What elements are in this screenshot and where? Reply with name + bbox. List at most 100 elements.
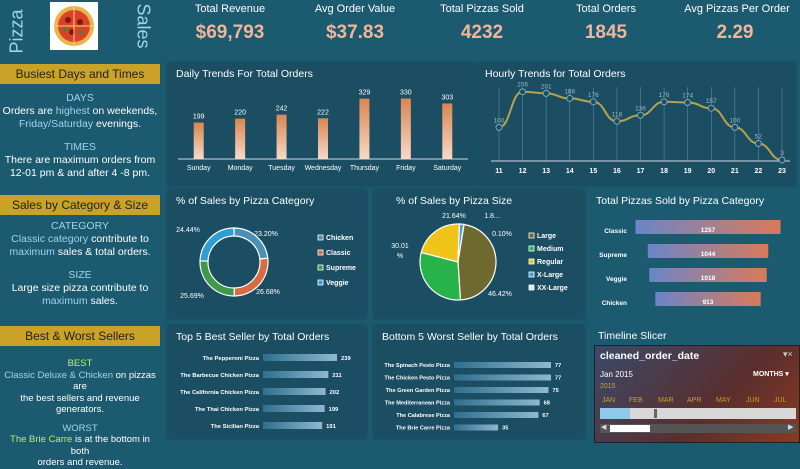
daily-bar-tuesday	[276, 114, 287, 159]
size-slice-large	[457, 223, 497, 301]
best-line-2: the best sellers and revenue generators.	[20, 392, 140, 416]
worst-line-2: orders and revenue.	[37, 457, 123, 468]
bottom5-svg-category-label: The Calabrese Pizza	[396, 413, 451, 419]
soldcat-svg-value-label: 1018	[701, 275, 716, 282]
category-sales-panel: % of Sales by Pizza Category 23.20% 26.68…	[168, 190, 366, 318]
bottom5-svg-bar	[454, 374, 551, 381]
times-line-2: 12-01 pm & and after 4 -8 pm.	[9, 167, 151, 179]
kpi-value-pizzas-sold: 4232	[460, 22, 504, 43]
daily-tick-label: Tuesday	[268, 165, 295, 172]
pizza-logo-icon	[50, 2, 98, 50]
daily-value-label: 220	[234, 110, 246, 117]
logo-left-text: Pizza	[6, 9, 27, 54]
size-pct-label: 46.42%	[488, 291, 512, 298]
hourly-tick-label: 21	[731, 168, 739, 175]
size-pct-label: 30.01	[391, 243, 409, 250]
month-jun[interactable]: JUN	[746, 397, 760, 404]
hourly-tick-label: 11	[495, 168, 503, 175]
timeline-selected-range[interactable]	[600, 408, 630, 419]
hourly-point	[613, 117, 621, 125]
chevron-down-icon: ▾	[785, 371, 789, 378]
daily-trends-panel: Daily Trends For Total Orders 199 Sunday 2…	[168, 63, 473, 185]
scroll-thumb[interactable]	[610, 425, 650, 432]
daily-value-label: 330	[400, 90, 412, 97]
month-may[interactable]: MAY	[716, 397, 731, 404]
timeline-handle[interactable]	[654, 409, 657, 418]
days-line-2: Friday/Saturday evenings.	[19, 118, 141, 130]
hourly-value-label: 176	[588, 92, 599, 99]
size-legend-swatch	[528, 258, 535, 265]
timeline-level-dropdown[interactable]: MONTHS ▾	[753, 370, 789, 378]
daily-tick-label: Wednesday	[305, 165, 342, 172]
month-feb[interactable]: FEB	[629, 397, 643, 404]
sellers-title: Best & Worst Sellers	[0, 326, 160, 346]
worst-heading: WORST	[62, 422, 98, 434]
category-legend-label: Supreme	[326, 265, 356, 272]
hourly-trends-chart: 100 11 206 12 201 13 186 14 176 15 118 16 136 17 176 18…	[491, 82, 790, 175]
hourly-value-label: 52	[755, 134, 763, 141]
top5-svg-category-label: The Sicilian Pizza	[211, 424, 260, 430]
top5-svg-value-label: 211	[332, 373, 342, 379]
category-text: CATEGORY Classic category contribute to …	[0, 220, 160, 308]
size-legend-swatch	[528, 232, 535, 239]
timeline-track[interactable]	[600, 408, 796, 419]
hourly-value-label: 3	[780, 150, 784, 157]
soldcat-svg-value-label: 1257	[701, 227, 716, 234]
hourly-value-label: 176	[659, 92, 670, 99]
size-legend-label: Large	[537, 233, 556, 240]
hourly-value-label: 118	[612, 111, 623, 118]
top5-svg-category-label: The Thai Chicken Pizza	[195, 407, 260, 413]
timeline-slicer[interactable]: cleaned_order_date ▾× Jan 2015 MONTHS ▾ …	[594, 345, 800, 443]
hourly-tick-label: 20	[707, 168, 715, 175]
hourly-value-label: 206	[517, 82, 528, 89]
month-jul[interactable]: JUL	[774, 397, 786, 404]
size-legend-label: XX-Large	[537, 285, 568, 292]
top5-svg-value-label: 239	[341, 356, 351, 362]
bottom5-svg-value-label: 77	[555, 363, 561, 369]
hourly-point	[684, 98, 692, 106]
bottom5-svg-value-label: 67	[542, 413, 548, 419]
category-line-2: maximum sales & total orders.	[9, 246, 151, 258]
bottom5-svg-category-label: The Brie Carre Pizza	[396, 426, 451, 432]
month-apr[interactable]: APR	[687, 397, 701, 404]
hourly-value-label: 100	[494, 117, 505, 124]
hourly-point	[707, 104, 715, 112]
worst-line-1: The Brie Carre is at the bottom in both	[10, 434, 150, 457]
hourly-point	[589, 98, 597, 106]
hourly-tick-label: 23	[778, 168, 786, 175]
hourly-tick-label: 17	[637, 168, 645, 175]
size-pie-chart: 46.42% 30.01% 21.64% 1.8... 0.10% Large Medium…	[391, 213, 568, 301]
sold-by-category-panel: Total Pizzas Sold by Pizza Category Clas…	[590, 190, 795, 318]
kpi-label-avg-pizzas: Avg Pizzas Per Order	[684, 3, 790, 15]
hourly-trends-title: Hourly Trends for Total Orders	[485, 68, 626, 80]
daily-bar-thursday	[359, 98, 370, 159]
daily-tick-label: Saturday	[433, 165, 462, 172]
top5-svg-category-label: The Pepperoni Pizza	[203, 356, 260, 362]
kpi-value-orders: 1845	[584, 22, 628, 43]
soldcat-svg-value-label: 913	[703, 299, 714, 306]
bottom5-svg-bar	[454, 399, 540, 406]
daily-tick-label: Sunday	[187, 165, 211, 172]
scroll-left-icon[interactable]: ◀	[601, 423, 606, 431]
clear-filter-icon[interactable]: ▾×	[783, 349, 793, 360]
category-sales-title: % of Sales by Pizza Category	[176, 195, 315, 207]
kpi-label-orders: Total Orders	[576, 3, 636, 15]
month-jan[interactable]: JAN	[602, 397, 615, 404]
hourly-point	[519, 88, 527, 96]
bottom5-panel: Bottom 5 Worst Seller by Total Orders Th…	[374, 326, 584, 438]
category-legend-swatch	[317, 249, 324, 256]
sold-by-category-title: Total Pizzas Sold by Pizza Category	[596, 195, 765, 207]
top5-svg-bar	[263, 405, 325, 412]
scroll-right-icon[interactable]: ▶	[788, 423, 793, 431]
bottom5-svg-category-label: The Spinach Pesto Pizza	[384, 363, 450, 369]
bottom5-svg-category-label: The Mediterranean Pizza	[385, 401, 451, 407]
top5-svg-category-label: The California Chicken Pizza	[180, 390, 260, 396]
bottom5-svg-value-label: 68	[544, 401, 550, 407]
month-mar[interactable]: MAR	[658, 397, 674, 404]
category-title: Sales by Category & Size	[0, 195, 160, 215]
category-pct-label: 25.69%	[180, 293, 204, 300]
timeline-scrollbar[interactable]: ◀ ▶	[600, 424, 796, 433]
hourly-point	[660, 98, 668, 106]
size-pct-label: 1.8...	[484, 213, 500, 220]
timeline-level-label: MONTHS	[753, 371, 784, 378]
